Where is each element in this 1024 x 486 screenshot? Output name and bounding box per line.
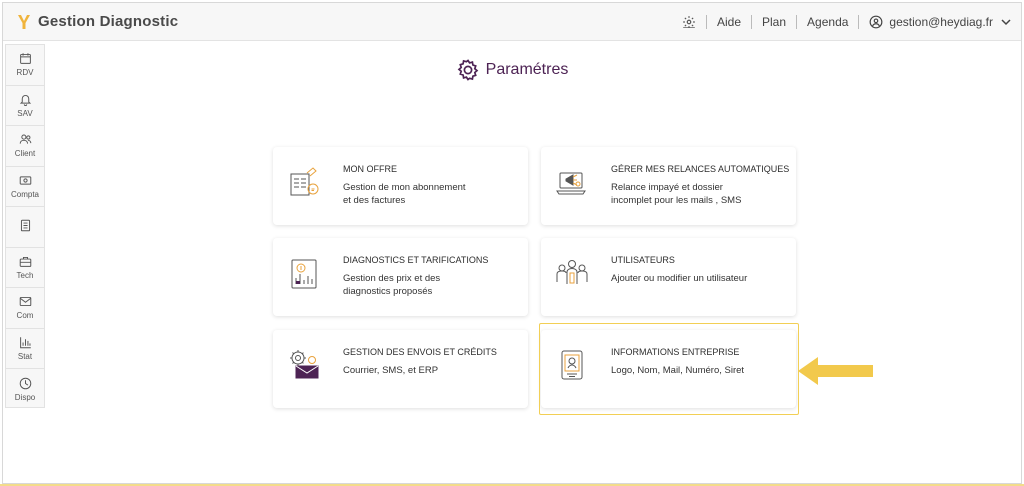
team-icon [556, 260, 588, 284]
sidebar-item-compta[interactable]: Compta [6, 167, 44, 207]
chevron-down-icon[interactable] [1001, 17, 1011, 27]
invoice-icon [290, 167, 319, 196]
card-description: Ajouter ou modifier un utilisateur [611, 273, 748, 284]
users-icon [19, 134, 31, 144]
separator [705, 14, 707, 29]
document-icon [20, 219, 30, 232]
brand[interactable]: Gestion Diagnostic [17, 13, 178, 30]
card-title: GESTION DES ENVOIS ET CRÉDITS [343, 347, 497, 357]
card-diagnostics[interactable]: DIAGNOSTICS ET TARIFICATIONS Gestion des… [273, 238, 528, 316]
mail-icon [19, 297, 31, 307]
highlight-frame [539, 323, 799, 415]
sidebar-item-documents[interactable] [6, 207, 44, 248]
sidebar-item-tech[interactable]: Tech [6, 248, 44, 288]
briefcase-icon [19, 256, 31, 267]
nav-link-plan[interactable]: Plan [762, 15, 786, 29]
sidebar-item-com[interactable]: Com [6, 288, 44, 329]
separator [751, 14, 753, 29]
bar-chart-icon [19, 336, 31, 349]
card-title: MON OFFRE [343, 164, 397, 174]
clock-icon [19, 377, 31, 390]
sidebar-item-dispo[interactable]: Dispo [6, 369, 44, 410]
sidebar: RDV SAV Client Compta Tech Com Stat Disp… [5, 44, 45, 408]
pricing-chart-icon [291, 259, 317, 289]
card-utilisateurs[interactable]: UTILISATEURS Ajouter ou modifier un util… [541, 238, 796, 316]
sidebar-item-client[interactable]: Client [6, 126, 44, 167]
megaphone-laptop-icon [556, 172, 586, 195]
card-description: Relance impayé et dossier incomplet pour… [611, 182, 742, 206]
card-description: Gestion des prix et des diagnostics prop… [343, 273, 441, 297]
page-title: Paramétres [0, 58, 1024, 82]
nav-link-aide[interactable]: Aide [717, 15, 741, 29]
card-description: Courrier, SMS, et ERP [343, 365, 439, 376]
sidebar-item-sav[interactable]: SAV [6, 86, 44, 126]
card-mon-offre[interactable]: MON OFFRE Gestion de mon abonnement et d… [273, 147, 528, 225]
user-email[interactable]: gestion@heydiag.fr [889, 15, 993, 29]
card-description: Gestion de mon abonnement et des facture… [343, 182, 466, 206]
sidebar-item-stat[interactable]: Stat [6, 329, 44, 369]
card-relances[interactable]: GÉRER MES RELANCES AUTOMATIQUES Relance … [541, 147, 796, 225]
separator [858, 14, 860, 29]
gear-icon [457, 59, 478, 81]
app-title: Gestion Diagnostic [38, 13, 179, 30]
settings-gear-icon[interactable] [682, 15, 696, 29]
top-bar: Gestion Diagnostic Aide Plan Agenda gest… [3, 3, 1021, 41]
card-title: DIAGNOSTICS ET TARIFICATIONS [343, 255, 489, 265]
card-title: UTILISATEURS [611, 255, 675, 265]
card-envois-credits[interactable]: GESTION DES ENVOIS ET CRÉDITS Courrier, … [273, 330, 528, 408]
bell-icon [19, 94, 31, 106]
arrow-left-icon [798, 357, 873, 385]
gear-mail-icon [290, 350, 319, 379]
cash-icon [19, 176, 31, 185]
user-circle-icon [870, 15, 883, 28]
logo-icon [18, 14, 30, 29]
nav-link-agenda[interactable]: Agenda [807, 15, 848, 29]
separator [796, 14, 798, 29]
card-title: GÉRER MES RELANCES AUTOMATIQUES [611, 164, 790, 174]
